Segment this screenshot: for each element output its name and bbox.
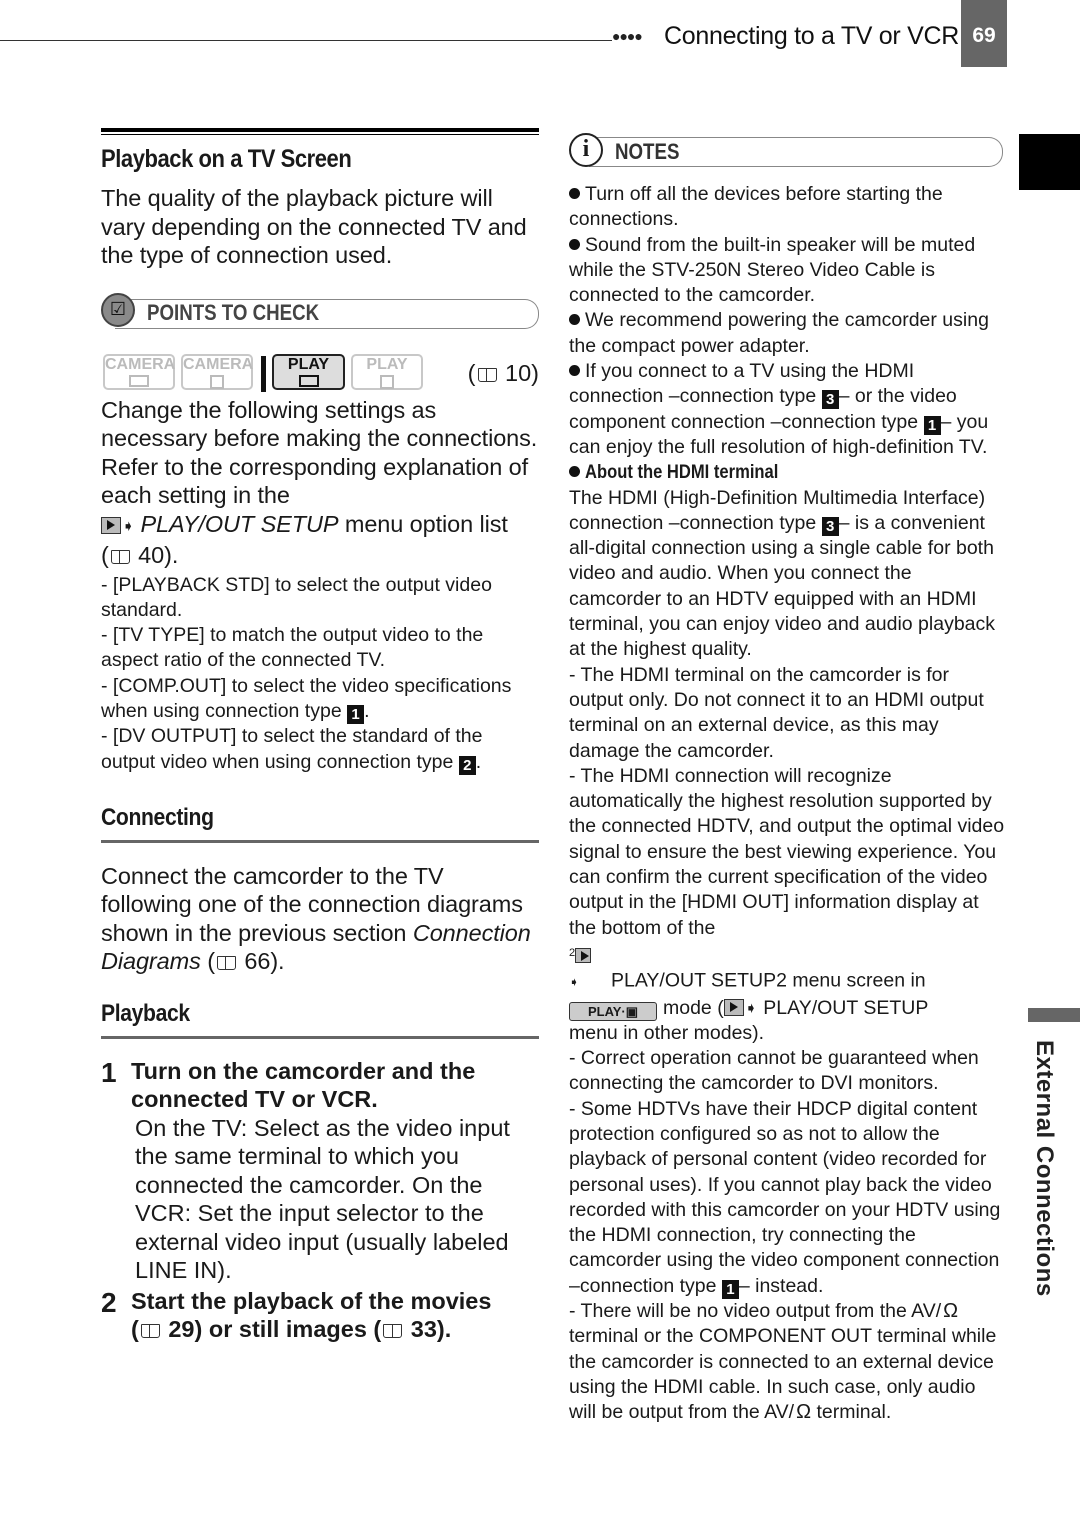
note-item: Turn off all the devices before starting… [569, 183, 943, 231]
notes-banner: i NOTES [569, 133, 1005, 169]
intro-paragraph: The quality of the playback picture will… [101, 185, 527, 268]
hdmi-detail: - Some HDTVs have their HDCP digital con… [569, 1097, 1001, 1299]
heading-rule [101, 1035, 539, 1039]
notes-list: Turn off all the devices before starting… [569, 182, 1005, 1426]
bullet-icon [569, 238, 580, 250]
hdmi-detail: - The HDMI connection will recognize aut… [569, 764, 1005, 1044]
settings-item: - [COMP.OUT] to select the video specifi… [101, 674, 512, 724]
connection-type-badge: 3 [821, 390, 839, 410]
mode-separator [261, 355, 266, 392]
checkbox-icon: ☑ [101, 292, 135, 327]
notes-column: i NOTES Turn off all the devices before … [569, 133, 1005, 1426]
running-header-title: Connecting to a TV or VCR [664, 22, 959, 50]
bullet-icon [569, 314, 580, 326]
bullet-icon [569, 365, 580, 377]
note-item: If you connect to a TV using the HDMI co… [569, 360, 989, 458]
connection-type-badge: 1 [721, 1279, 739, 1299]
connecting-heading: Connecting [101, 803, 214, 831]
connection-type-badge: 1 [923, 415, 941, 435]
header-dots: ●●●● [612, 28, 643, 44]
heading-rule [101, 839, 539, 843]
page-number: 69 [961, 0, 1007, 67]
connecting-paragraph: Connect the camcorder to the TV followin… [101, 862, 531, 975]
mode-camera-card: CAMERA [181, 353, 253, 390]
mode-camera-tape: CAMERA [103, 353, 175, 390]
step-title: Start the playback of the movies ( 29) o… [131, 1287, 492, 1343]
book-icon [140, 1324, 160, 1339]
step-1: 1 Turn on the camcorder and the connecte… [101, 1057, 539, 1285]
connection-type-badge: 3 [821, 516, 839, 536]
about-hdmi-intro: The HDMI (High-Definition Multimedia Int… [569, 486, 996, 661]
left-column: Playback on a TV Screen The quality of t… [101, 128, 539, 1344]
hdmi-detail: - The HDMI terminal on the camcorder is … [569, 663, 984, 762]
step-number: 2 [101, 1286, 117, 1318]
notes-label: NOTES [615, 139, 680, 164]
chapter-tab-bar [1028, 1008, 1080, 1022]
memory-card-icon [210, 374, 224, 389]
info-icon: i [569, 133, 603, 167]
book-icon [383, 1324, 403, 1339]
step-body: On the TV: Select as the video input the… [135, 1114, 510, 1284]
note-item: We recommend powering the camcorder usin… [569, 309, 989, 357]
settings-item: - [PLAYBACK STD] to select the output vi… [101, 573, 492, 621]
headphones-icon: Ω [943, 1300, 959, 1323]
book-icon [110, 550, 130, 564]
bullet-icon [569, 466, 580, 478]
play-tape-mode-badge: PLAY·▣ [569, 1001, 657, 1021]
connection-type-badge: 1 [347, 704, 365, 724]
section-rule-thin [101, 134, 539, 135]
hdmi-detail: - There will be no video output from the… [569, 1299, 1005, 1425]
about-hdmi-heading: About the HDMI terminal [569, 460, 1005, 485]
settings-intro: Change the following settings as necessa… [101, 396, 538, 568]
headphones-icon: Ω [796, 1401, 812, 1424]
bullet-icon [569, 188, 580, 199]
section-rule [101, 128, 539, 132]
settings-list: - [PLAYBACK STD] to select the output vi… [101, 573, 539, 775]
playback-menu-icon [101, 516, 121, 534]
note-item: Sound from the built-in speaker will be … [569, 233, 976, 307]
mode-indicator-row: CAMERA CAMERA PLAY PLAY ( 10) [101, 353, 539, 394]
arrow-icon: ➧ [122, 517, 135, 535]
hdmi-detail: - Correct operation cannot be guaranteed… [569, 1047, 979, 1095]
connection-type-badge: 2 [458, 755, 476, 775]
playback-section: Playback 1 Turn on the camcorder and the… [101, 1000, 539, 1344]
points-to-check-label: POINTS TO CHECK [147, 299, 320, 325]
page-reference: ( 10) [467, 359, 539, 386]
tape-icon [298, 374, 319, 387]
mode-play-card: PLAY [351, 353, 423, 390]
memory-card-icon [380, 374, 394, 389]
chapter-side-label: External Connections [1031, 1040, 1058, 1297]
points-to-check-banner: ☑ POINTS TO CHECK [101, 292, 539, 331]
connecting-section: Connecting Connect the camcorder to the … [101, 804, 539, 976]
settings-item: - [DV OUTPUT] to select the standard of … [101, 725, 483, 775]
playback-setup2-menu-icon: 2➧ [569, 941, 601, 996]
chapter-tab-marker [1019, 134, 1080, 190]
step-title: Turn on the camcorder and the connected … [131, 1057, 476, 1113]
section-title: Playback on a TV Screen [101, 145, 352, 173]
step-number: 1 [101, 1056, 117, 1088]
playback-menu-icon [723, 998, 744, 1016]
arrow-icon: ➧ [744, 999, 758, 1017]
step-2: 2 Start the playback of the movies ( 29)… [101, 1287, 539, 1344]
mode-play-tape: PLAY [272, 353, 345, 390]
book-icon [216, 956, 236, 971]
header-rule [0, 40, 612, 41]
settings-item: - [TV TYPE] to match the output video to… [101, 624, 484, 672]
tape-icon [129, 374, 149, 387]
book-icon [477, 367, 497, 382]
playback-heading: Playback [101, 999, 190, 1027]
